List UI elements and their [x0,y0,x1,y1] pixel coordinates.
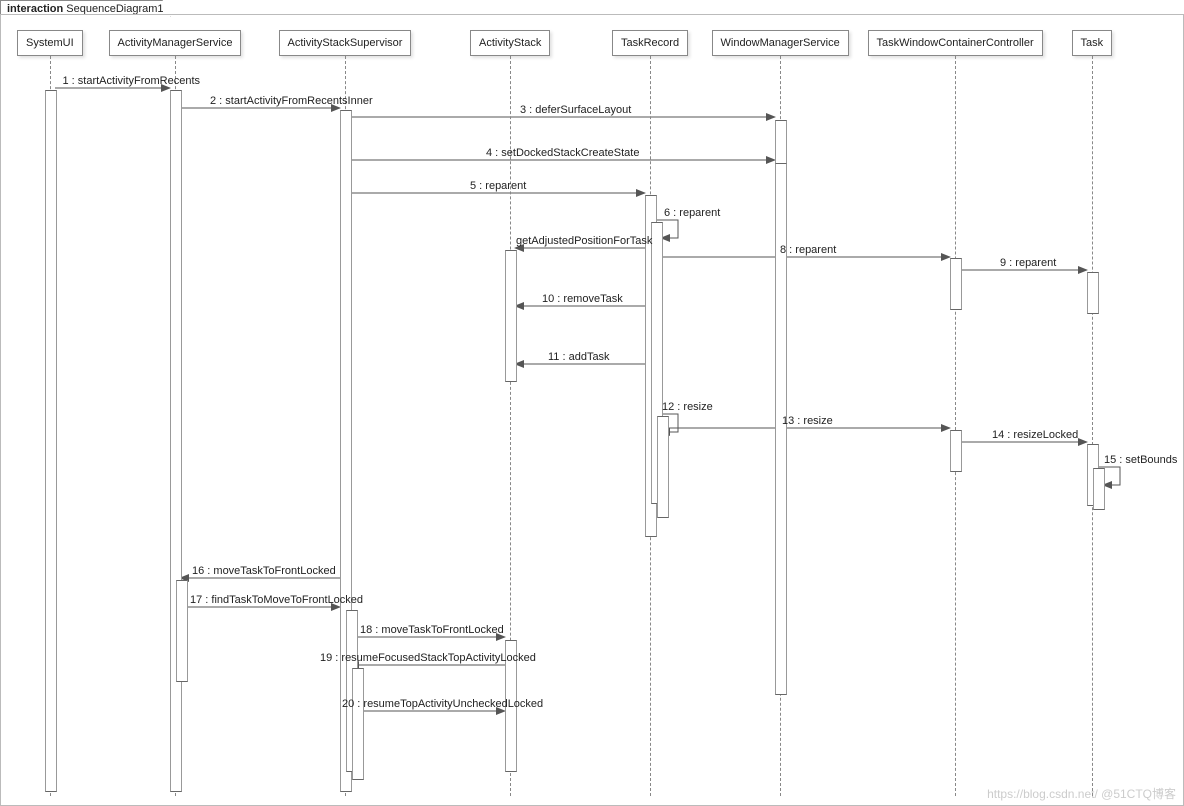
message-label: 11 : addTask [548,351,610,363]
participant-p5: WindowManagerService [712,30,849,56]
message-label: 6 : reparent [664,207,720,219]
participant-p3: ActivityStack [470,30,550,56]
message-label: 4 : setDockedStackCreateState [486,147,639,159]
lifeline-p6 [955,56,956,796]
activation [352,668,364,780]
participant-p7: Task [1072,30,1113,56]
message-label: 13 : resize [782,415,833,427]
activation [170,90,182,792]
message-label: 15 : setBounds [1104,454,1177,466]
message-label: 1 : startActivityFromRecents [63,75,201,87]
message-label: 12 : resize [662,401,713,413]
participant-p1: ActivityManagerService [109,30,242,56]
watermark: https://blog.csdn.net/ @51CTQ博客 [987,785,1176,802]
activation [1087,272,1099,314]
message-label: 10 : removeTask [542,293,623,305]
activation [775,163,787,695]
sequence-diagram-canvas: interaction SequenceDiagram1 https://blo… [0,0,1184,806]
message-label: 18 : moveTaskToFrontLocked [360,624,504,636]
activation [505,250,517,382]
message-label: 2 : startActivityFromRecentsInner [210,95,373,107]
participant-p6: TaskWindowContainerController [868,30,1043,56]
participant-p4: TaskRecord [612,30,688,56]
activation [176,580,188,682]
message-label: 3 : deferSurfaceLayout [520,104,631,116]
message-label: 16 : moveTaskToFrontLocked [192,565,336,577]
message-label: 19 : resumeFocusedStackTopActivityLocked [320,652,536,664]
participant-p2: ActivityStackSupervisor [279,30,412,56]
message-label: 9 : reparent [1000,257,1056,269]
participant-p0: SystemUI [17,30,83,56]
message-label: 20 : resumeTopActivityUncheckedLocked [342,698,543,710]
message-label: 5 : reparent [470,180,526,192]
message-label: getAdjustedPositionForTask [516,235,652,247]
activation [950,258,962,310]
lifeline-p7 [1092,56,1093,796]
activation [45,90,57,792]
message-label: 17 : findTaskToMoveToFrontLocked [190,594,363,606]
activation [657,416,669,518]
activation [1093,468,1105,510]
message-label: 14 : resizeLocked [992,429,1078,441]
activation [950,430,962,472]
message-label: 8 : reparent [780,244,836,256]
